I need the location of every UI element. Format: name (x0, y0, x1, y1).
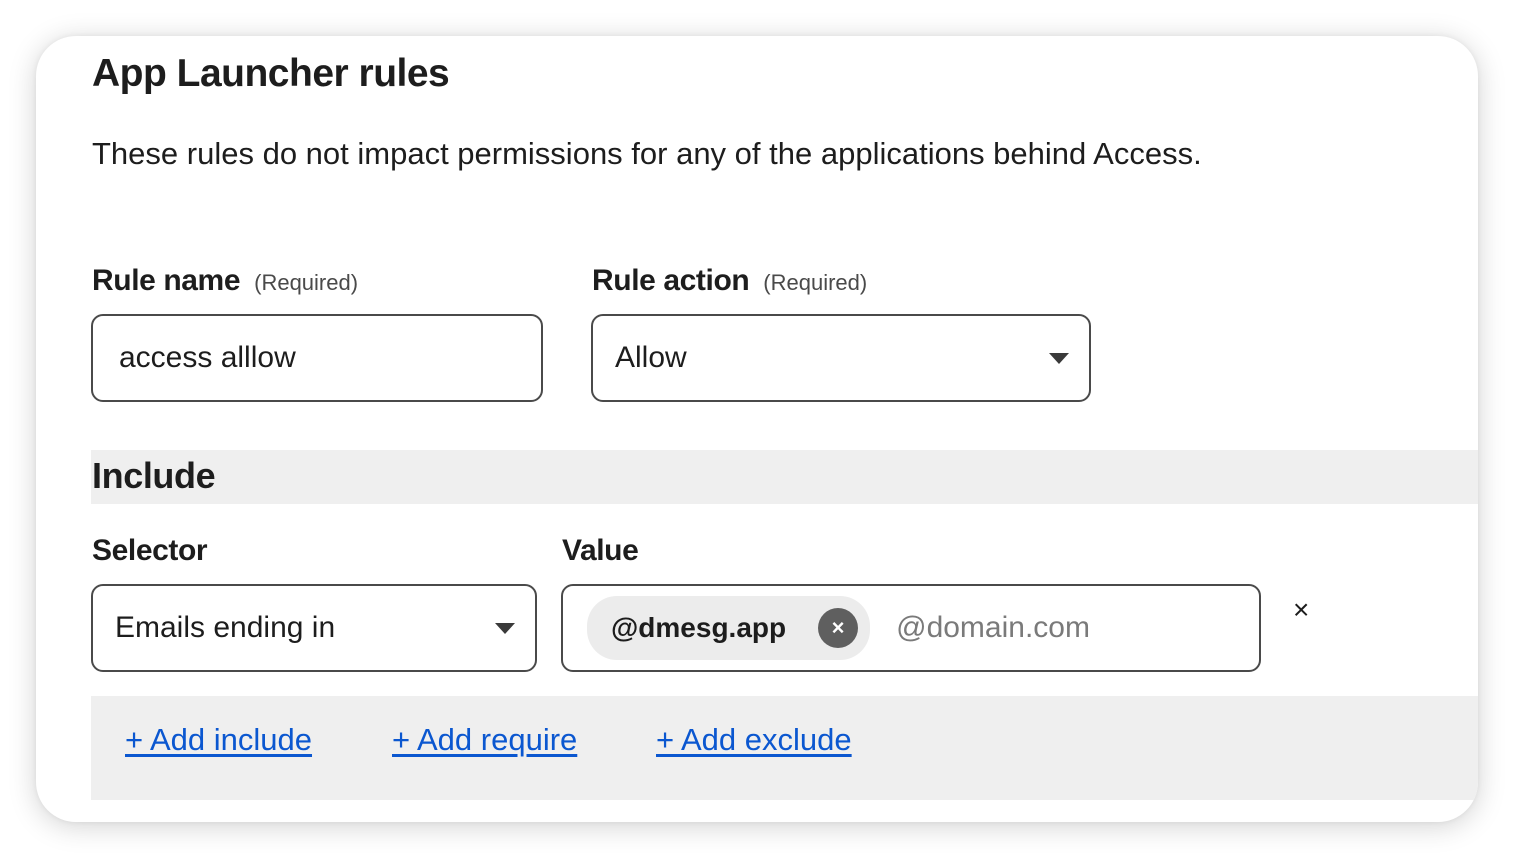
rule-name-input[interactable] (119, 341, 541, 375)
rule-action-required-note: (Required) (763, 270, 868, 295)
value-chip: @dmesg.app × (587, 596, 871, 660)
selector-selected-value: Emails ending in (115, 611, 336, 644)
value-label: Value (562, 534, 639, 567)
value-input[interactable] (896, 611, 1259, 645)
value-field[interactable]: @dmesg.app × (561, 584, 1261, 672)
value-chip-label: @dmesg.app (611, 612, 787, 643)
add-include-link[interactable]: + Add include (125, 722, 312, 758)
selector-label: Selector (92, 534, 208, 567)
add-exclude-link[interactable]: + Add exclude (656, 722, 852, 758)
chevron-down-icon (495, 622, 515, 634)
rule-actions-bar: + Add include + Add require + Add exclud… (91, 696, 1478, 800)
chevron-down-icon (1049, 352, 1069, 364)
panel-description: These rules do not impact permissions fo… (92, 136, 1202, 171)
rule-action-label-text: Rule action (592, 264, 750, 297)
selector-select[interactable]: Emails ending in (91, 584, 537, 672)
rule-name-required-note: (Required) (254, 270, 359, 295)
add-require-link[interactable]: + Add require (392, 722, 577, 758)
rule-action-label: Rule action (Required) (592, 264, 867, 298)
rule-action-selected-value: Allow (615, 341, 687, 374)
rule-action-select[interactable]: Allow (591, 314, 1091, 402)
rule-name-label-text: Rule name (92, 264, 241, 297)
rule-name-field[interactable] (91, 314, 543, 402)
rule-name-label: Rule name (Required) (92, 264, 358, 298)
include-section-header: Include (91, 450, 1478, 504)
close-icon[interactable]: × (818, 608, 859, 648)
include-title: Include (92, 455, 216, 496)
remove-row-close-icon[interactable]: × (1293, 596, 1309, 624)
panel-title: App Launcher rules (92, 52, 450, 95)
rules-card: App Launcher rules These rules do not im… (36, 36, 1478, 822)
